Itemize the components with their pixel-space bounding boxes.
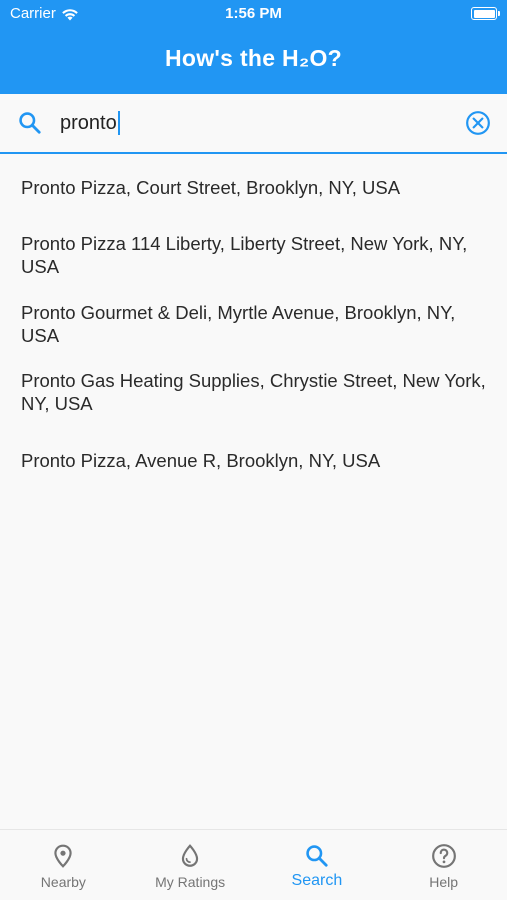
water-drop-icon bbox=[181, 844, 199, 867]
search-icon bbox=[306, 845, 328, 867]
battery-icon bbox=[471, 7, 500, 20]
clear-search-icon[interactable] bbox=[465, 110, 491, 136]
status-bar: Carrier 1:56 PM bbox=[0, 0, 507, 28]
app-screen: Carrier 1:56 PM How's the H₂O? pronto Pr… bbox=[0, 0, 507, 900]
tab-search[interactable]: Search bbox=[254, 830, 381, 900]
location-pin-icon bbox=[54, 844, 73, 868]
search-result-item[interactable]: Pronto Gas Heating Supplies, Chrystie St… bbox=[21, 369, 491, 415]
search-result-item[interactable]: Pronto Pizza, Court Street, Brooklyn, NY… bbox=[21, 176, 491, 199]
search-query: pronto bbox=[60, 111, 117, 134]
tab-label: My Ratings bbox=[155, 874, 226, 890]
page-title: How's the H₂O? bbox=[164, 45, 343, 71]
search-input[interactable]: pronto bbox=[60, 110, 120, 136]
tab-help[interactable]: Help bbox=[380, 830, 507, 900]
tab-label: Nearby bbox=[40, 874, 86, 890]
search-result-item[interactable]: Pronto Pizza, Avenue R, Brooklyn, NY, US… bbox=[21, 449, 491, 472]
search-icon bbox=[19, 112, 41, 134]
tab-my-ratings[interactable]: My Ratings bbox=[127, 830, 254, 900]
help-circle-icon bbox=[431, 844, 456, 868]
search-result-item[interactable]: Pronto Pizza 114 Liberty, Liberty Street… bbox=[21, 232, 491, 278]
search-result-item[interactable]: Pronto Gourmet & Deli, Myrtle Avenue, Br… bbox=[21, 301, 491, 347]
tab-label: Search bbox=[291, 872, 343, 889]
tab-bar: Nearby My Ratings Search Help bbox=[0, 829, 507, 900]
app-header: Carrier 1:56 PM How's the H₂O? bbox=[0, 0, 507, 94]
status-time: 1:56 PM bbox=[225, 5, 282, 22]
text-caret bbox=[117, 111, 120, 135]
tab-label: Help bbox=[429, 874, 459, 890]
tab-nearby[interactable]: Nearby bbox=[0, 830, 127, 900]
search-bar: pronto bbox=[0, 94, 507, 154]
